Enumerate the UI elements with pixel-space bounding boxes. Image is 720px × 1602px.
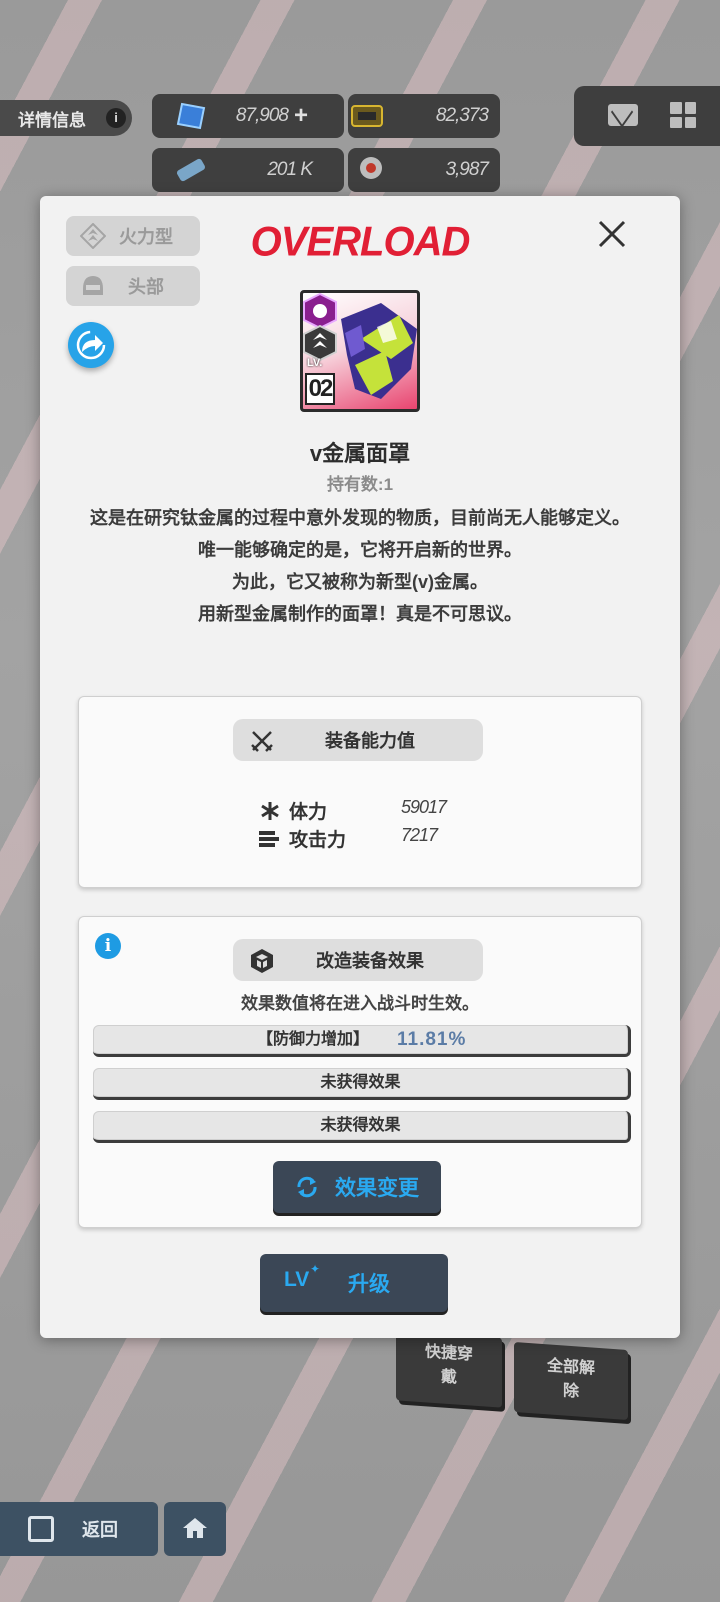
stat-value: 59017 [401,797,447,817]
change-effect-label: 效果变更 [335,1177,419,1200]
crystal-icon [176,102,206,130]
level-up-star-icon: ✦ [310,1262,321,1276]
slot-tag-label: 头部 [128,277,164,297]
back-label: 返回 [82,1520,118,1540]
equipment-detail-modal: 火力型 头部 OVERLOAD LV. 02 v金属面罩 持有数:1 这是在研究… [40,196,680,1338]
stat-row-attack: 攻击力 7217 [259,825,459,851]
description-line: 唯一能够确定的是，它将开启新的世界。 [198,540,522,560]
close-icon[interactable] [594,216,630,252]
change-effect-button[interactable]: 效果变更 [273,1161,441,1213]
home-icon [183,1518,207,1538]
stat-value: 7217 [401,825,438,845]
effects-panel-title: 改造装备效果 [316,951,424,971]
stat-row-hp: 体力 59017 [259,797,459,823]
item-name: v金属面罩 [309,441,411,466]
credit-value: 82,373 [435,105,489,126]
attack-icon [259,831,279,847]
info-icon[interactable]: i [95,933,121,959]
class-badge-icon [303,325,337,361]
manufacturer-badge-icon [303,293,337,329]
unequip-all-button[interactable]: 全部解除 [514,1342,628,1420]
mail-icon[interactable] [608,104,638,126]
menu-grid-icon[interactable] [670,102,696,128]
level-up-icon: LV [284,1268,310,1291]
refresh-icon [297,1176,317,1198]
description-line: 为此，它又被称为新型(v)金属。 [232,572,488,592]
stats-panel-header: 装备能力值 [233,719,483,761]
credit-currency: 82,373 [348,94,500,138]
crystal-currency[interactable]: 87,908 + [152,94,344,138]
item-level: 02 [305,373,335,405]
effects-panel: i 改造装备效果 效果数值将在进入战斗时生效。 【防御力增加】 11.81% 未… [78,916,642,1228]
battery-icon [176,158,206,182]
effect-slot-2[interactable]: 未获得效果 [93,1068,631,1100]
detail-info-label: 详情信息 [18,110,86,130]
share-button[interactable] [68,322,114,368]
add-crystal-icon[interactable]: + [294,102,308,130]
level-prefix: LV. [307,357,323,369]
slot-tag: 头部 [66,266,200,306]
effect-name: 未获得效果 [320,1117,401,1134]
crossed-swords-icon [251,731,273,752]
battery-currency: 201 K [152,148,344,192]
crystal-value: 87,908 [235,105,289,126]
effect-name: 【防御力增加】 [257,1031,370,1048]
description-line: 这是在研究钛金属的过程中意外发现的物质，目前尚无人能够定义。 [90,508,630,528]
top-right-menu [574,86,720,146]
description-line: 用新型金属制作的面罩！真是不可思议。 [198,604,522,624]
upgrade-label: 升级 [348,1273,390,1296]
effect-value: 11.81% [397,1029,467,1050]
stats-panel: 装备能力值 体力 59017 攻击力 7217 [78,696,642,888]
stat-name: 体力 [289,802,328,823]
item-description: 这是在研究钛金属的过程中意外发现的物质，目前尚无人能够定义。 唯一能够确定的是，… [74,502,646,630]
quick-equip-button[interactable]: 快捷穿戴 [396,1330,502,1408]
effects-note: 效果数值将在进入战斗时生效。 [241,994,479,1013]
detail-info-tab[interactable]: 详情信息 i [0,100,132,136]
info-icon[interactable]: i [106,108,126,128]
battery-value: 201 K [267,159,313,180]
credit-card-icon [351,105,383,127]
unequip-all-label: 全部解除 [546,1357,595,1401]
share-icon [76,330,106,360]
overload-banner: OVERLOAD [250,218,471,266]
upgrade-button[interactable]: LV ✦ 升级 [260,1254,448,1312]
exit-icon [28,1516,54,1542]
effect-slot-1[interactable]: 【防御力增加】 11.81% [93,1025,631,1057]
core-dust-currency: 3,987 [348,148,500,192]
home-button[interactable] [164,1502,226,1556]
stat-name: 攻击力 [289,830,347,851]
owned-count: 持有数:1 [326,475,394,494]
hp-icon [261,802,279,820]
effect-name: 未获得效果 [320,1074,401,1091]
core-dust-icon [360,157,382,179]
cube-icon [251,949,273,973]
stats-panel-title: 装备能力值 [325,731,415,751]
effects-panel-header: 改造装备效果 [233,939,483,981]
core-dust-value: 3,987 [445,159,489,180]
item-card: LV. 02 [300,290,420,412]
back-button[interactable]: 返回 [0,1502,158,1556]
effect-slot-3[interactable]: 未获得效果 [93,1111,631,1143]
quick-equip-label: 快捷穿戴 [424,1343,473,1387]
